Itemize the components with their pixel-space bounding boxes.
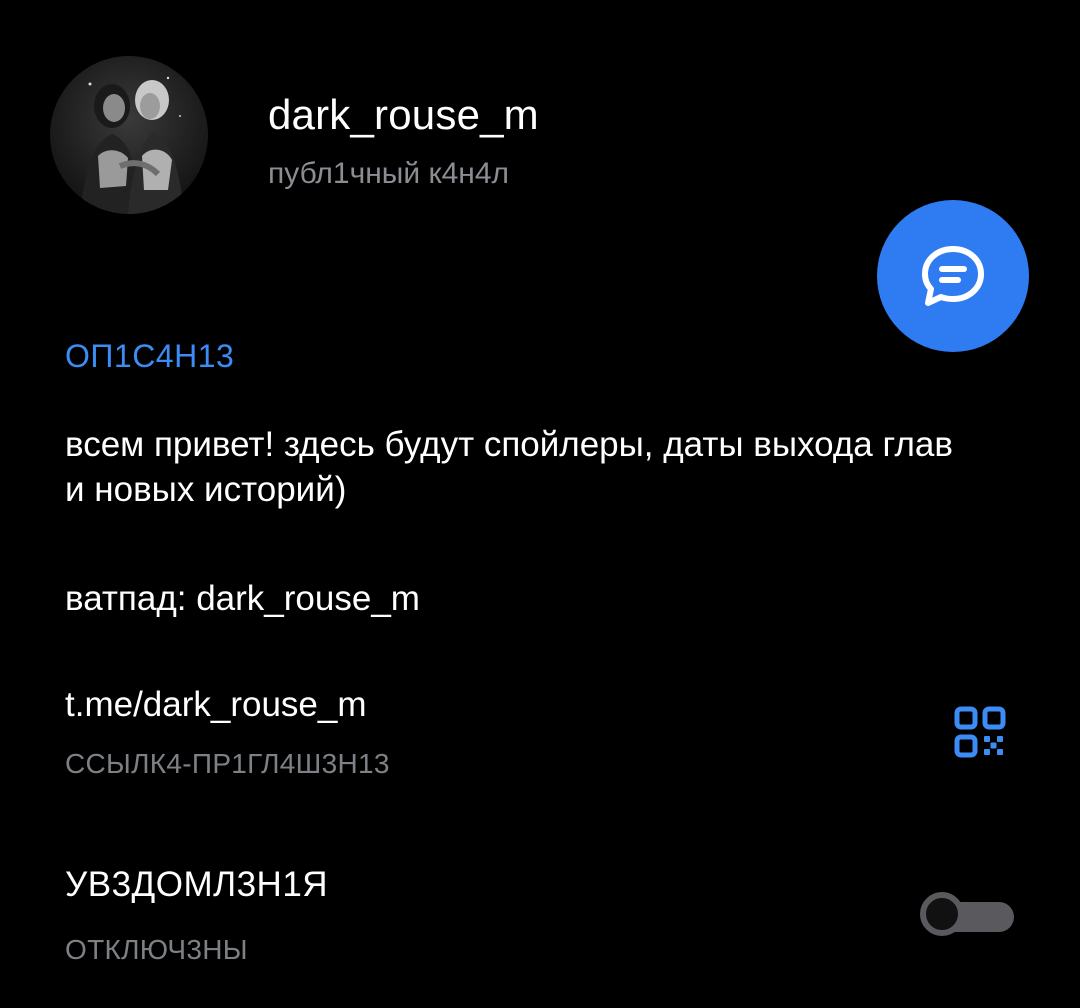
description-section-title: ОП1С4Н13 — [65, 338, 235, 374]
channel-avatar[interactable] — [50, 56, 208, 214]
invite-link-row[interactable]: t.me/dark_rouse_m ССЫЛК4-ПР1ГЛ4Ш3Н13 — [0, 672, 1080, 792]
notifications-title: УВ3ДОМЛ3Н1Я — [65, 865, 329, 904]
qr-code-button[interactable] — [950, 702, 1010, 762]
qr-code-icon — [954, 706, 1006, 758]
invite-link-caption: ССЫЛК4-ПР1ГЛ4Ш3Н13 — [65, 748, 390, 779]
toggle-thumb — [920, 892, 964, 936]
channel-info-screen: dark_rouse_m публ1чный к4н4л ОП1С4Н13 вс… — [0, 0, 1080, 1008]
chat-bubble-icon — [922, 246, 984, 306]
channel-description: всем привет! здесь будут спойлеры, даты … — [65, 425, 953, 509]
channel-name: dark_rouse_m — [268, 91, 539, 138]
notifications-status: ОТКЛЮЧ3НЫ — [65, 934, 248, 965]
wattpad-line: ватпад: dark_rouse_m — [65, 579, 420, 618]
avatar-photo — [50, 56, 208, 214]
open-chat-button[interactable] — [877, 200, 1029, 352]
notifications-toggle[interactable] — [920, 888, 1016, 940]
notifications-row[interactable]: УВ3ДОМЛ3Н1Я ОТКЛЮЧ3НЫ — [0, 850, 1080, 990]
channel-type-label: публ1чный к4н4л — [268, 157, 510, 190]
invite-link-value: t.me/dark_rouse_m — [65, 685, 367, 724]
